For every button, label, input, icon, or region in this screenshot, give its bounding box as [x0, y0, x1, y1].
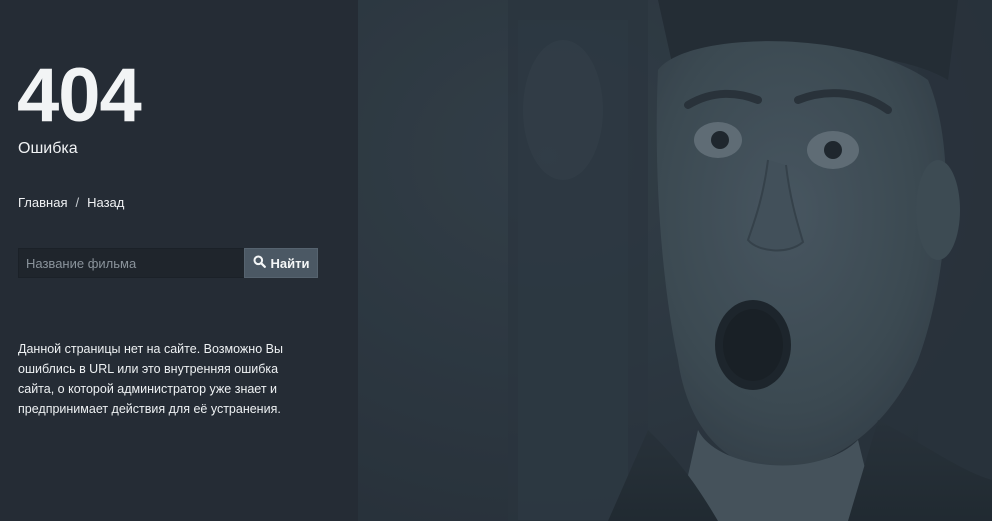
surprised-face-image: [358, 0, 992, 521]
search-input[interactable]: [18, 248, 244, 278]
info-panel: 404 Ошибка Главная / Назад Найти Данной …: [0, 0, 358, 521]
search-button[interactable]: Найти: [244, 248, 318, 278]
error-description: Данной страницы нет на сайте. Возможно В…: [18, 342, 283, 416]
search-icon: [253, 255, 266, 271]
error-label: Ошибка: [18, 140, 78, 157]
error-code: 404: [17, 53, 142, 138]
back-link[interactable]: Назад: [87, 195, 124, 210]
search-form: Найти: [18, 248, 318, 278]
breadcrumb-separator: /: [75, 195, 80, 210]
background-image: [358, 0, 992, 521]
search-button-label: Найти: [270, 255, 310, 271]
breadcrumb: Главная / Назад: [18, 195, 124, 210]
home-link[interactable]: Главная: [18, 195, 67, 210]
